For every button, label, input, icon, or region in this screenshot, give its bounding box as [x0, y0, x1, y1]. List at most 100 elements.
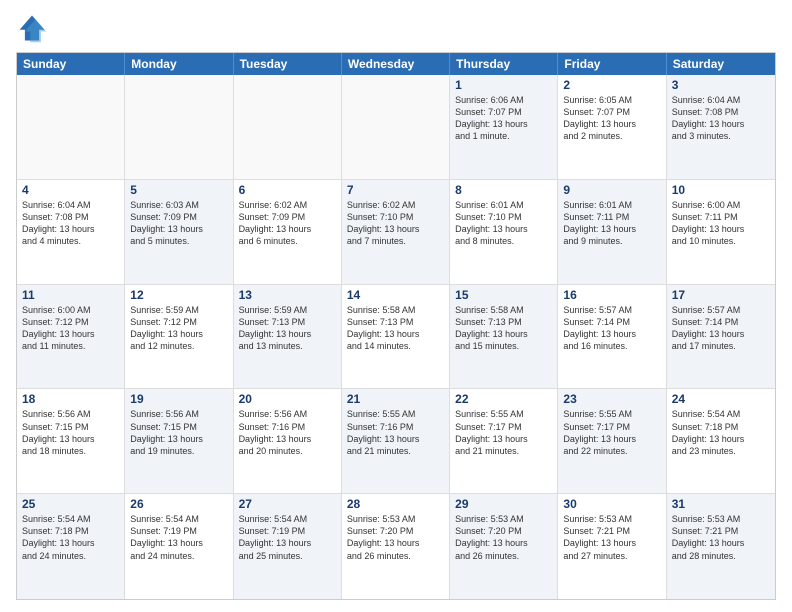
- calendar-cell: 15 Sunrise: 5:58 AM Sunset: 7:13 PM Dayli…: [450, 285, 558, 389]
- calendar-cell: 28 Sunrise: 5:53 AM Sunset: 7:20 PM Dayli…: [342, 494, 450, 599]
- cell-info: Sunrise: 5:54 AM Sunset: 7:19 PM Dayligh…: [239, 513, 336, 562]
- calendar-cell: 26Sunrise: 5:54 AM Sunset: 7:19 PM Dayli…: [125, 494, 233, 599]
- day-number: 24: [672, 392, 770, 406]
- calendar-cell: 24 Sunrise: 5:54 AM Sunset: 7:18 PM Dayli…: [667, 389, 775, 493]
- day-number: 25: [22, 497, 119, 511]
- cell-info: Sunrise: 5:53 AM Sunset: 7:20 PM Dayligh…: [347, 513, 444, 562]
- calendar-cell: [342, 75, 450, 179]
- cell-info: Sunrise: 5:53 AM Sunset: 7:20 PM Dayligh…: [455, 513, 552, 562]
- calendar: SundayMondayTuesdayWednesdayThursdayFrid…: [16, 52, 776, 600]
- calendar-cell: 14 Sunrise: 5:58 AM Sunset: 7:13 PM Dayli…: [342, 285, 450, 389]
- weekday-header: Thursday: [450, 53, 558, 75]
- cell-info: Sunrise: 5:53 AM Sunset: 7:21 PM Dayligh…: [672, 513, 770, 562]
- header: [16, 12, 776, 44]
- cell-info: Sunrise: 5:57 AM Sunset: 7:14 PM Dayligh…: [672, 304, 770, 353]
- day-number: 6: [239, 183, 336, 197]
- calendar-cell: 10 Sunrise: 6:00 AM Sunset: 7:11 PM Dayli…: [667, 180, 775, 284]
- cell-info: Sunrise: 5:54 AM Sunset: 7:18 PM Dayligh…: [672, 408, 770, 457]
- calendar-cell: 9Sunrise: 6:01 AM Sunset: 7:11 PM Daylig…: [558, 180, 666, 284]
- calendar-cell: 17 Sunrise: 5:57 AM Sunset: 7:14 PM Dayli…: [667, 285, 775, 389]
- cell-info: Sunrise: 6:02 AM Sunset: 7:10 PM Dayligh…: [347, 199, 444, 248]
- weekday-header: Saturday: [667, 53, 775, 75]
- day-number: 8: [455, 183, 552, 197]
- calendar-cell: 31Sunrise: 5:53 AM Sunset: 7:21 PM Dayli…: [667, 494, 775, 599]
- day-number: 17: [672, 288, 770, 302]
- cell-info: Sunrise: 6:06 AM Sunset: 7:07 PM Dayligh…: [455, 94, 552, 143]
- cell-info: Sunrise: 6:00 AM Sunset: 7:12 PM Dayligh…: [22, 304, 119, 353]
- cell-info: Sunrise: 5:54 AM Sunset: 7:18 PM Dayligh…: [22, 513, 119, 562]
- cell-info: Sunrise: 6:04 AM Sunset: 7:08 PM Dayligh…: [672, 94, 770, 143]
- day-number: 23: [563, 392, 660, 406]
- day-number: 16: [563, 288, 660, 302]
- calendar-cell: 30 Sunrise: 5:53 AM Sunset: 7:21 PM Dayli…: [558, 494, 666, 599]
- weekday-header: Tuesday: [234, 53, 342, 75]
- cell-info: Sunrise: 5:56 AM Sunset: 7:15 PM Dayligh…: [130, 408, 227, 457]
- calendar-cell: 13Sunrise: 5:59 AM Sunset: 7:13 PM Dayli…: [234, 285, 342, 389]
- day-number: 5: [130, 183, 227, 197]
- day-number: 11: [22, 288, 119, 302]
- day-number: 21: [347, 392, 444, 406]
- calendar-cell: 20 Sunrise: 5:56 AM Sunset: 7:16 PM Dayli…: [234, 389, 342, 493]
- calendar-cell: 5 Sunrise: 6:03 AM Sunset: 7:09 PM Daylig…: [125, 180, 233, 284]
- day-number: 9: [563, 183, 660, 197]
- day-number: 1: [455, 78, 552, 92]
- cell-info: Sunrise: 6:00 AM Sunset: 7:11 PM Dayligh…: [672, 199, 770, 248]
- calendar-cell: [17, 75, 125, 179]
- cell-info: Sunrise: 5:55 AM Sunset: 7:17 PM Dayligh…: [455, 408, 552, 457]
- weekday-header: Wednesday: [342, 53, 450, 75]
- calendar-cell: 6 Sunrise: 6:02 AM Sunset: 7:09 PM Daylig…: [234, 180, 342, 284]
- cell-info: Sunrise: 6:01 AM Sunset: 7:10 PM Dayligh…: [455, 199, 552, 248]
- calendar-cell: 12Sunrise: 5:59 AM Sunset: 7:12 PM Dayli…: [125, 285, 233, 389]
- page: SundayMondayTuesdayWednesdayThursdayFrid…: [0, 0, 792, 612]
- calendar-cell: 3 Sunrise: 6:04 AM Sunset: 7:08 PM Daylig…: [667, 75, 775, 179]
- calendar-row: 1 Sunrise: 6:06 AM Sunset: 7:07 PM Daylig…: [17, 75, 775, 180]
- day-number: 12: [130, 288, 227, 302]
- calendar-cell: 23 Sunrise: 5:55 AM Sunset: 7:17 PM Dayli…: [558, 389, 666, 493]
- day-number: 27: [239, 497, 336, 511]
- day-number: 30: [563, 497, 660, 511]
- day-number: 19: [130, 392, 227, 406]
- calendar-row: 18Sunrise: 5:56 AM Sunset: 7:15 PM Dayli…: [17, 389, 775, 494]
- day-number: 28: [347, 497, 444, 511]
- day-number: 2: [563, 78, 660, 92]
- weekday-header: Monday: [125, 53, 233, 75]
- day-number: 14: [347, 288, 444, 302]
- calendar-cell: 18Sunrise: 5:56 AM Sunset: 7:15 PM Dayli…: [17, 389, 125, 493]
- day-number: 4: [22, 183, 119, 197]
- calendar-cell: [234, 75, 342, 179]
- cell-info: Sunrise: 6:04 AM Sunset: 7:08 PM Dayligh…: [22, 199, 119, 248]
- calendar-row: 11 Sunrise: 6:00 AM Sunset: 7:12 PM Dayli…: [17, 285, 775, 390]
- day-number: 22: [455, 392, 552, 406]
- calendar-cell: 21 Sunrise: 5:55 AM Sunset: 7:16 PM Dayli…: [342, 389, 450, 493]
- calendar-row: 25 Sunrise: 5:54 AM Sunset: 7:18 PM Dayli…: [17, 494, 775, 599]
- day-number: 29: [455, 497, 552, 511]
- logo: [16, 12, 52, 44]
- day-number: 7: [347, 183, 444, 197]
- calendar-body: 1 Sunrise: 6:06 AM Sunset: 7:07 PM Daylig…: [17, 75, 775, 599]
- cell-info: Sunrise: 5:53 AM Sunset: 7:21 PM Dayligh…: [563, 513, 660, 562]
- cell-info: Sunrise: 5:55 AM Sunset: 7:17 PM Dayligh…: [563, 408, 660, 457]
- cell-info: Sunrise: 5:58 AM Sunset: 7:13 PM Dayligh…: [455, 304, 552, 353]
- cell-info: Sunrise: 6:02 AM Sunset: 7:09 PM Dayligh…: [239, 199, 336, 248]
- cell-info: Sunrise: 5:55 AM Sunset: 7:16 PM Dayligh…: [347, 408, 444, 457]
- logo-icon: [16, 12, 48, 44]
- day-number: 15: [455, 288, 552, 302]
- day-number: 10: [672, 183, 770, 197]
- weekday-header: Friday: [558, 53, 666, 75]
- calendar-row: 4 Sunrise: 6:04 AM Sunset: 7:08 PM Daylig…: [17, 180, 775, 285]
- calendar-cell: 22 Sunrise: 5:55 AM Sunset: 7:17 PM Dayli…: [450, 389, 558, 493]
- day-number: 3: [672, 78, 770, 92]
- cell-info: Sunrise: 6:03 AM Sunset: 7:09 PM Dayligh…: [130, 199, 227, 248]
- cell-info: Sunrise: 5:56 AM Sunset: 7:16 PM Dayligh…: [239, 408, 336, 457]
- calendar-header: SundayMondayTuesdayWednesdayThursdayFrid…: [17, 53, 775, 75]
- cell-info: Sunrise: 5:58 AM Sunset: 7:13 PM Dayligh…: [347, 304, 444, 353]
- calendar-cell: 4 Sunrise: 6:04 AM Sunset: 7:08 PM Daylig…: [17, 180, 125, 284]
- calendar-cell: 2Sunrise: 6:05 AM Sunset: 7:07 PM Daylig…: [558, 75, 666, 179]
- cell-info: Sunrise: 5:57 AM Sunset: 7:14 PM Dayligh…: [563, 304, 660, 353]
- cell-info: Sunrise: 5:54 AM Sunset: 7:19 PM Dayligh…: [130, 513, 227, 562]
- weekday-header: Sunday: [17, 53, 125, 75]
- cell-info: Sunrise: 5:56 AM Sunset: 7:15 PM Dayligh…: [22, 408, 119, 457]
- calendar-cell: 7 Sunrise: 6:02 AM Sunset: 7:10 PM Daylig…: [342, 180, 450, 284]
- calendar-cell: 16 Sunrise: 5:57 AM Sunset: 7:14 PM Dayli…: [558, 285, 666, 389]
- day-number: 20: [239, 392, 336, 406]
